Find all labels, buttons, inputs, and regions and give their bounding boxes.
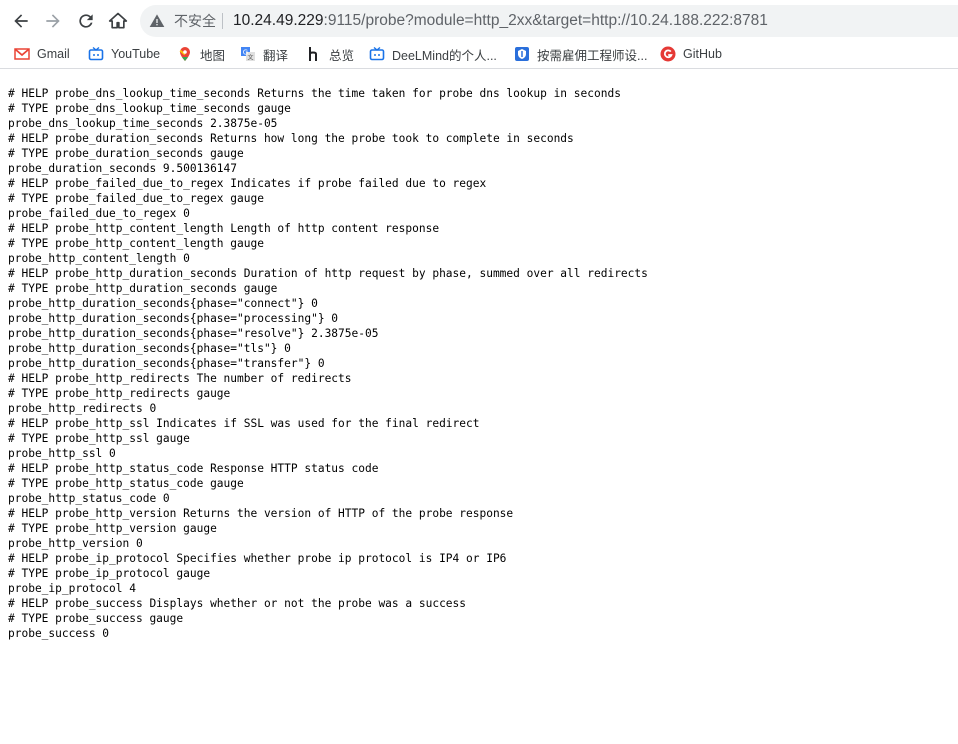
metric-line: # HELP probe_http_content_length Length … bbox=[8, 222, 440, 235]
maps-pin-icon bbox=[177, 46, 193, 62]
bookmark-gmail[interactable]: Gmail bbox=[14, 44, 70, 64]
metric-line: # HELP probe_http_version Returns the ve… bbox=[8, 507, 514, 520]
metric-line: # HELP probe_ip_protocol Specifies wheth… bbox=[8, 552, 507, 565]
reload-icon bbox=[79, 14, 93, 28]
bookmark-label: 地图 bbox=[200, 48, 226, 63]
bookmark-label: YouTube bbox=[111, 47, 161, 61]
metric-line: probe_http_duration_seconds{phase="trans… bbox=[8, 357, 325, 370]
metric-line: # HELP probe_dns_lookup_time_seconds Ret… bbox=[8, 87, 621, 100]
youtube-icon bbox=[88, 46, 104, 62]
browser-toolbar: 不安全 10.24.49.229:9115/probe?module=http_… bbox=[0, 0, 958, 40]
metric-line: # HELP probe_failed_due_to_regex Indicat… bbox=[8, 177, 487, 190]
bookmark-translate[interactable]: G文 翻译 bbox=[240, 44, 288, 64]
metric-line: probe_http_duration_seconds{phase="proce… bbox=[8, 312, 339, 325]
metric-line: # TYPE probe_dns_lookup_time_seconds gau… bbox=[8, 102, 291, 115]
bookmark-label: DeeLMind的个人... bbox=[392, 48, 497, 63]
metric-line: # HELP probe_http_ssl Indicates if SSL w… bbox=[8, 417, 480, 430]
github-icon bbox=[660, 46, 676, 62]
metric-line: probe_http_version 0 bbox=[8, 537, 143, 550]
metric-line: # TYPE probe_success gauge bbox=[8, 612, 184, 625]
metric-line: probe_ip_protocol 4 bbox=[8, 582, 136, 595]
bookmark-label: 总览 bbox=[329, 48, 355, 63]
bookmark-label: GitHub bbox=[683, 47, 722, 61]
metrics-text: # HELP probe_dns_lookup_time_seconds Ret… bbox=[8, 86, 648, 641]
metric-line: # TYPE probe_http_duration_seconds gauge bbox=[8, 282, 278, 295]
url-path: :9115/probe?module=http_2xx&target=http:… bbox=[323, 12, 768, 29]
bookmark-deelmind[interactable]: DeeLMind的个人... bbox=[369, 44, 497, 64]
metric-line: # TYPE probe_http_ssl gauge bbox=[8, 432, 190, 445]
home-button[interactable] bbox=[105, 8, 131, 34]
url-text[interactable]: 10.24.49.229:9115/probe?module=http_2xx&… bbox=[233, 11, 768, 31]
metric-line: probe_http_duration_seconds{phase="tls"}… bbox=[8, 342, 291, 355]
metric-line: # HELP probe_http_redirects The number o… bbox=[8, 372, 352, 385]
metric-line: probe_http_ssl 0 bbox=[8, 447, 116, 460]
translate-icon: G文 bbox=[240, 46, 256, 62]
bookmark-overview[interactable]: 总览 bbox=[306, 44, 354, 64]
shield-badge-icon bbox=[514, 46, 530, 62]
bookmark-maps[interactable]: 地图 bbox=[177, 44, 225, 64]
overview-h-icon bbox=[306, 46, 322, 62]
warning-triangle-icon[interactable] bbox=[149, 13, 165, 29]
metric-line: probe_http_duration_seconds{phase="resol… bbox=[8, 327, 379, 340]
bookmark-youtube[interactable]: YouTube bbox=[88, 44, 160, 64]
metric-line: probe_http_content_length 0 bbox=[8, 252, 190, 265]
metric-line: probe_http_duration_seconds{phase="conne… bbox=[8, 297, 318, 310]
metric-line: # HELP probe_duration_seconds Returns ho… bbox=[8, 132, 574, 145]
address-separator bbox=[222, 13, 223, 29]
metric-line: # TYPE probe_http_content_length gauge bbox=[8, 237, 264, 250]
reload-button[interactable] bbox=[73, 8, 99, 34]
arrow-right-icon bbox=[46, 14, 60, 28]
metric-line: # TYPE probe_failed_due_to_regex gauge bbox=[8, 192, 264, 205]
metric-line: # TYPE probe_ip_protocol gauge bbox=[8, 567, 211, 580]
metric-line: # HELP probe_http_duration_seconds Durat… bbox=[8, 267, 648, 280]
metric-line: probe_dns_lookup_time_seconds 2.3875e-05 bbox=[8, 117, 278, 130]
home-icon bbox=[108, 12, 128, 29]
metric-line: # HELP probe_http_status_code Response H… bbox=[8, 462, 379, 475]
metric-line: probe_success 0 bbox=[8, 627, 110, 640]
back-button[interactable] bbox=[8, 8, 34, 34]
metric-line: probe_failed_due_to_regex 0 bbox=[8, 207, 190, 220]
bookmark-hire-engineer[interactable]: 按需雇佣工程师设... bbox=[514, 44, 647, 64]
gmail-icon bbox=[14, 46, 30, 62]
bookmark-github[interactable]: GitHub bbox=[660, 44, 722, 64]
metric-line: # TYPE probe_http_status_code gauge bbox=[8, 477, 244, 490]
metric-line: # TYPE probe_http_redirects gauge bbox=[8, 387, 231, 400]
metric-line: # TYPE probe_http_version gauge bbox=[8, 522, 217, 535]
security-status-label[interactable]: 不安全 bbox=[174, 12, 216, 30]
metric-line: probe_duration_seconds 9.500136147 bbox=[8, 162, 238, 175]
bookmark-label: Gmail bbox=[37, 47, 70, 61]
metric-line: # TYPE probe_duration_seconds gauge bbox=[8, 147, 244, 160]
metric-line: # HELP probe_success Displays whether or… bbox=[8, 597, 467, 610]
metric-line: probe_http_status_code 0 bbox=[8, 492, 170, 505]
url-host: 10.24.49.229 bbox=[233, 12, 324, 29]
tv-icon bbox=[369, 46, 385, 62]
metric-line: probe_http_redirects 0 bbox=[8, 402, 157, 415]
bookmarks-bar: Gmail YouTube 地图 G文 翻译 总览 DeeLMind的个人... bbox=[0, 40, 958, 69]
bookmark-label: 翻译 bbox=[263, 48, 289, 63]
arrow-left-icon bbox=[14, 14, 28, 28]
svg-text:文: 文 bbox=[247, 54, 253, 62]
bookmark-label: 按需雇佣工程师设... bbox=[537, 48, 648, 63]
address-bar[interactable]: 不安全 10.24.49.229:9115/probe?module=http_… bbox=[140, 5, 958, 37]
forward-button[interactable] bbox=[40, 8, 66, 34]
